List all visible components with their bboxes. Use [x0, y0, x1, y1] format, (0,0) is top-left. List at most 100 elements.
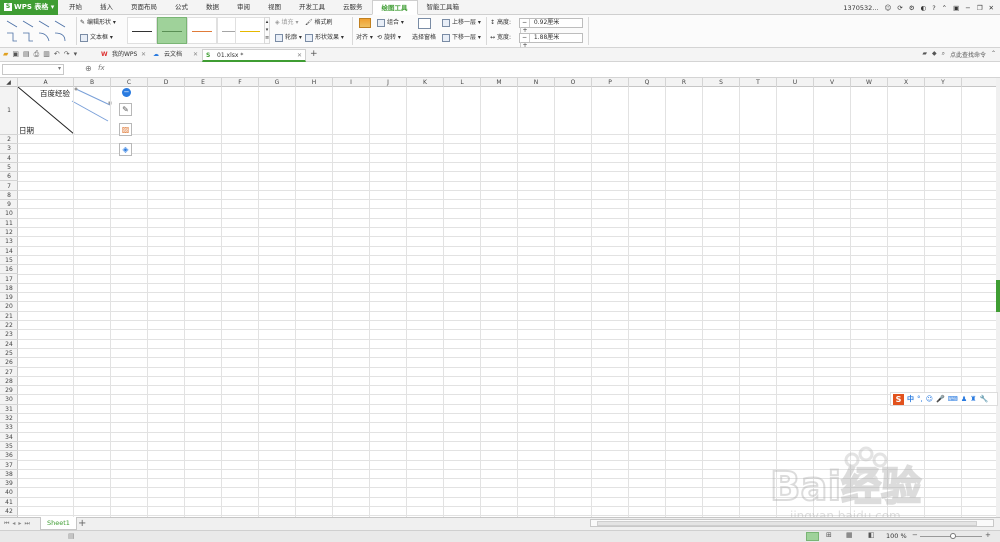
format-brush-button[interactable]: 🖌 格式刷	[305, 18, 333, 27]
column-header-x[interactable]: X	[888, 78, 925, 87]
line-style-swatch-5[interactable]	[235, 17, 265, 44]
row-header-6[interactable]: 6	[0, 172, 18, 182]
zoom-out-icon[interactable]: −	[912, 531, 918, 539]
add-sheet-button[interactable]: +	[78, 518, 86, 529]
ime-language[interactable]: 中	[907, 394, 914, 404]
bring-forward-button[interactable]: 上移一层 ▾	[442, 18, 481, 27]
column-header-m[interactable]: M	[481, 78, 518, 87]
row-header-33[interactable]: 33	[0, 423, 18, 433]
row-header-24[interactable]: 24	[0, 340, 18, 349]
row-header-18[interactable]: 18	[0, 284, 18, 294]
command-search[interactable]: 点此查找命令	[950, 50, 986, 59]
shirt-icon[interactable]: ♜	[970, 395, 976, 403]
column-header-c[interactable]: C	[111, 78, 148, 87]
column-header-f[interactable]: F	[222, 78, 259, 87]
customize-dropdown-icon[interactable]: ▾	[74, 50, 78, 59]
side-panel-handle[interactable]	[996, 280, 1000, 312]
height-decrement-button[interactable]: −	[520, 19, 530, 27]
group-button[interactable]: 组合 ▾	[377, 18, 404, 27]
connector-gallery[interactable]	[3, 17, 73, 45]
row-header-30[interactable]: 30	[0, 395, 18, 405]
width-stepper[interactable]: − 1.88厘米 +	[519, 33, 583, 50]
collapse-icon[interactable]: ⌃	[942, 4, 947, 12]
column-header-k[interactable]: K	[407, 78, 444, 87]
row-header-12[interactable]: 12	[0, 228, 18, 238]
row-header-41[interactable]: 41	[0, 498, 18, 507]
next-sheet-icon[interactable]: ▸	[18, 520, 21, 528]
doc-tab-01-xlsx[interactable]: S 01.xlsx * ✕	[202, 49, 306, 62]
vertical-scrollbar[interactable]	[996, 78, 1000, 517]
row-header-31[interactable]: 31	[0, 405, 18, 414]
line-style-swatch-1[interactable]	[127, 17, 157, 44]
row-header-26[interactable]: 26	[0, 358, 18, 368]
doc-tab-cloud-docs[interactable]: ☁ 云文档 ✕	[150, 49, 200, 62]
column-header-r[interactable]: R	[666, 78, 703, 87]
minus-circle-icon[interactable]: −	[122, 88, 131, 97]
horizontal-scrollbar[interactable]	[590, 519, 994, 527]
column-header-a[interactable]: A	[18, 78, 74, 87]
close-icon[interactable]: ✕	[193, 49, 198, 61]
shape-effect-button[interactable]: 形状效果 ▾	[305, 33, 344, 42]
send-backward-button[interactable]: 下移一层 ▾	[442, 33, 481, 42]
column-header-s[interactable]: S	[703, 78, 740, 87]
cell-grid[interactable]: 百度经验 日期 − ✎ ▨ ◈	[18, 87, 996, 517]
row-header-13[interactable]: 13	[0, 237, 18, 247]
rotate-button[interactable]: ⟲ 旋转 ▾	[377, 33, 401, 42]
shape-style-float-icon[interactable]: ▨	[119, 123, 132, 136]
row-header-39[interactable]: 39	[0, 479, 18, 489]
tab-formulas[interactable]: 公式	[166, 0, 197, 15]
tab-view[interactable]: 视图	[259, 0, 290, 15]
avatar-icon[interactable]: ☺	[884, 4, 891, 12]
column-header-j[interactable]: J	[370, 78, 407, 87]
tab-drawing-tools[interactable]: 绘图工具	[371, 0, 418, 15]
row-header-37[interactable]: 37	[0, 461, 18, 470]
column-header-y[interactable]: Y	[925, 78, 962, 87]
prev-sheet-icon[interactable]: ◂	[12, 520, 15, 528]
account-name[interactable]: 1370532...	[843, 4, 878, 12]
gear-icon[interactable]: ⚙	[909, 4, 915, 12]
wrench-icon[interactable]: 🔧	[979, 395, 988, 403]
edit-shape-float-icon[interactable]: ✎	[119, 103, 132, 116]
column-header-t[interactable]: T	[740, 78, 777, 87]
help-icon[interactable]: ?	[932, 4, 935, 12]
name-box[interactable]: ▾	[2, 64, 64, 75]
cell-a1-header-bottom[interactable]: 日期	[19, 125, 34, 136]
outline-button[interactable]: 轮廓 ▾	[275, 33, 302, 42]
tab-review[interactable]: 审阅	[228, 0, 259, 15]
tab-developer[interactable]: 开发工具	[290, 0, 334, 15]
row-header-22[interactable]: 22	[0, 321, 18, 331]
page-break-view-icon[interactable]: ▦	[846, 531, 853, 539]
row-header-32[interactable]: 32	[0, 414, 18, 424]
row-header-1[interactable]: 1	[0, 87, 18, 135]
column-header-g[interactable]: G	[259, 78, 296, 87]
new-tab-button[interactable]: +	[310, 49, 318, 59]
gallery-scroll[interactable]: ▴ ▾ ≡	[264, 17, 270, 44]
row-header-2[interactable]: 2	[0, 135, 18, 145]
row-header-9[interactable]: 9	[0, 200, 18, 210]
print-preview-icon[interactable]: ▤	[23, 50, 30, 59]
zoom-level[interactable]: 100 %	[886, 532, 907, 540]
width-value[interactable]: 1.88厘米	[532, 34, 572, 42]
restore-window-icon[interactable]: ▣	[953, 4, 959, 12]
first-sheet-icon[interactable]: ⏮	[4, 520, 9, 528]
row-header-36[interactable]: 36	[0, 451, 18, 461]
line-style-swatch-3[interactable]	[187, 17, 217, 44]
row-header-10[interactable]: 10	[0, 209, 18, 219]
last-sheet-icon[interactable]: ⏭	[24, 520, 29, 528]
maximize-icon[interactable]: ❐	[977, 4, 983, 12]
row-header-42[interactable]: 42	[0, 507, 18, 517]
tab-smart-toolbox[interactable]: 智能工具箱	[418, 0, 469, 15]
emoji-icon[interactable]: ☺	[926, 395, 933, 403]
function-icon[interactable]: fx	[98, 64, 105, 72]
print-icon[interactable]: ⎙	[34, 50, 40, 59]
edit-shape-button[interactable]: ✎ 编辑形状 ▾	[80, 18, 116, 27]
open-folder-icon[interactable]: ▰	[3, 50, 8, 59]
row-header-38[interactable]: 38	[0, 470, 18, 480]
row-header-15[interactable]: 15	[0, 256, 18, 266]
zoom-in-icon[interactable]: +	[985, 531, 991, 539]
search-icon[interactable]: ⌕	[942, 50, 945, 59]
text-box-button[interactable]: 文本框 ▾	[80, 33, 113, 42]
chevron-up-icon[interactable]: ⌃	[991, 50, 996, 59]
row-header-23[interactable]: 23	[0, 330, 18, 340]
column-header-h[interactable]: H	[296, 78, 333, 87]
